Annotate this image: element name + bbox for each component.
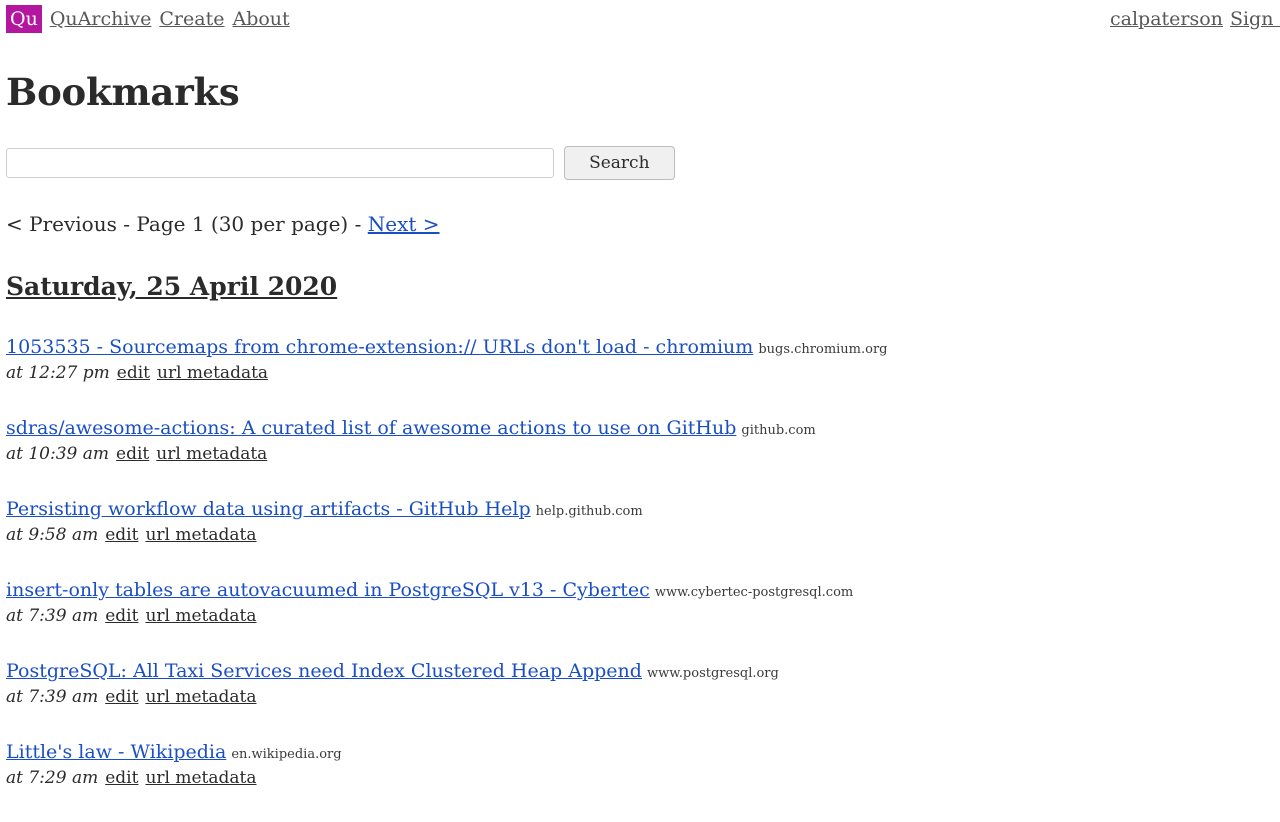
bookmark-domain: www.cybertec-postgresql.com: [654, 585, 854, 600]
bookmark-item: insert-only tables are autovacuumed in P…: [6, 579, 1276, 660]
bookmark-edit-link[interactable]: edit: [105, 687, 138, 707]
bookmark-time: at 12:27 pm: [6, 363, 110, 383]
bookmark-time: at 9:58 am: [6, 525, 99, 545]
page-title: Bookmarks: [6, 70, 240, 114]
bookmark-edit-link[interactable]: edit: [105, 606, 138, 626]
bookmark-title-row: Persisting workflow data using artifacts…: [6, 498, 1276, 520]
bookmark-title-row: Little's law - Wikipedia en.wikipedia.org: [6, 741, 1276, 763]
date-heading: Saturday, 25 April 2020: [6, 272, 338, 301]
bookmark-meta-row: at 9:58 am edit url metadata: [6, 525, 1276, 545]
bookmark-title-row: insert-only tables are autovacuumed in P…: [6, 579, 1276, 601]
bookmark-domain: help.github.com: [535, 504, 643, 519]
bookmark-item: PostgreSQL: All Taxi Services need Index…: [6, 660, 1276, 741]
bookmark-url-metadata-link[interactable]: url metadata: [156, 444, 267, 464]
bookmark-list: 1053535 - Sourcemaps from chrome-extensi…: [6, 336, 1276, 822]
search-button[interactable]: Search: [564, 146, 675, 180]
bookmark-time: at 7:39 am: [6, 606, 99, 626]
pagination: < Previous - Page 1 (30 per page) - Next…: [6, 212, 440, 236]
bookmark-title-link[interactable]: 1053535 - Sourcemaps from chrome-extensi…: [6, 336, 753, 358]
nav-link-sign-out[interactable]: Sign out: [1230, 8, 1280, 30]
previous-page-label: < Previous: [6, 212, 117, 236]
bookmark-meta-row: at 7:39 am edit url metadata: [6, 606, 1276, 626]
bookmark-url-metadata-link[interactable]: url metadata: [145, 525, 256, 545]
bookmark-edit-link[interactable]: edit: [105, 768, 138, 788]
next-page-link[interactable]: Next >: [368, 212, 440, 236]
current-page-label: Page 1 (30 per page): [136, 212, 349, 236]
nav-left-group: Qu QuArchive Create About: [6, 5, 290, 33]
bookmark-title-link[interactable]: Little's law - Wikipedia: [6, 741, 226, 763]
nav-link-about[interactable]: About: [232, 8, 289, 30]
bookmark-domain: bugs.chromium.org: [758, 342, 888, 357]
search-form: Search: [6, 146, 675, 180]
nav-link-quarchive[interactable]: QuArchive: [50, 8, 152, 30]
bookmark-title-link[interactable]: PostgreSQL: All Taxi Services need Index…: [6, 660, 642, 682]
bookmark-item: Persisting workflow data using artifacts…: [6, 498, 1276, 579]
bookmark-item: Little's law - Wikipedia en.wikipedia.org…: [6, 741, 1276, 822]
nav-right-group: calpaterson Sign out: [1110, 8, 1280, 30]
bookmark-edit-link[interactable]: edit: [105, 525, 138, 545]
bookmark-edit-link[interactable]: edit: [116, 444, 149, 464]
bookmark-url-metadata-link[interactable]: url metadata: [157, 363, 268, 383]
bookmark-url-metadata-link[interactable]: url metadata: [145, 768, 256, 788]
search-input[interactable]: [6, 148, 554, 178]
bookmark-time: at 10:39 am: [6, 444, 110, 464]
bookmark-domain: github.com: [741, 423, 816, 438]
bookmark-domain: en.wikipedia.org: [231, 747, 342, 762]
bookmark-domain: www.postgresql.org: [646, 666, 779, 681]
bookmark-meta-row: at 7:39 am edit url metadata: [6, 687, 1276, 707]
bookmark-title-link[interactable]: insert-only tables are autovacuumed in P…: [6, 579, 650, 601]
bookmark-title-row: PostgreSQL: All Taxi Services need Index…: [6, 660, 1276, 682]
bookmark-edit-link[interactable]: edit: [117, 363, 150, 383]
bookmark-time: at 7:29 am: [6, 768, 99, 788]
nav-link-create[interactable]: Create: [159, 8, 224, 30]
quarchive-logo[interactable]: Qu: [6, 5, 42, 33]
top-navigation: Qu QuArchive Create About calpaterson Sign o…: [0, 0, 1280, 38]
pagination-separator-left: -: [116, 212, 137, 236]
bookmark-meta-row: at 10:39 am edit url metadata: [6, 444, 1276, 464]
bookmark-url-metadata-link[interactable]: url metadata: [145, 687, 256, 707]
bookmark-title-row: sdras/awesome-actions: A curated list of…: [6, 417, 1276, 439]
bookmark-url-metadata-link[interactable]: url metadata: [145, 606, 256, 626]
bookmark-title-link[interactable]: Persisting workflow data using artifacts…: [6, 498, 531, 520]
bookmark-title-row: 1053535 - Sourcemaps from chrome-extensi…: [6, 336, 1276, 358]
bookmark-time: at 7:39 am: [6, 687, 99, 707]
bookmark-item: sdras/awesome-actions: A curated list of…: [6, 417, 1276, 498]
bookmark-item: 1053535 - Sourcemaps from chrome-extensi…: [6, 336, 1276, 417]
bookmark-title-link[interactable]: sdras/awesome-actions: A curated list of…: [6, 417, 736, 439]
nav-link-username[interactable]: calpaterson: [1110, 8, 1223, 30]
pagination-separator-right: -: [348, 212, 368, 236]
bookmark-meta-row: at 12:27 pm edit url metadata: [6, 363, 1276, 383]
bookmark-meta-row: at 7:29 am edit url metadata: [6, 768, 1276, 788]
